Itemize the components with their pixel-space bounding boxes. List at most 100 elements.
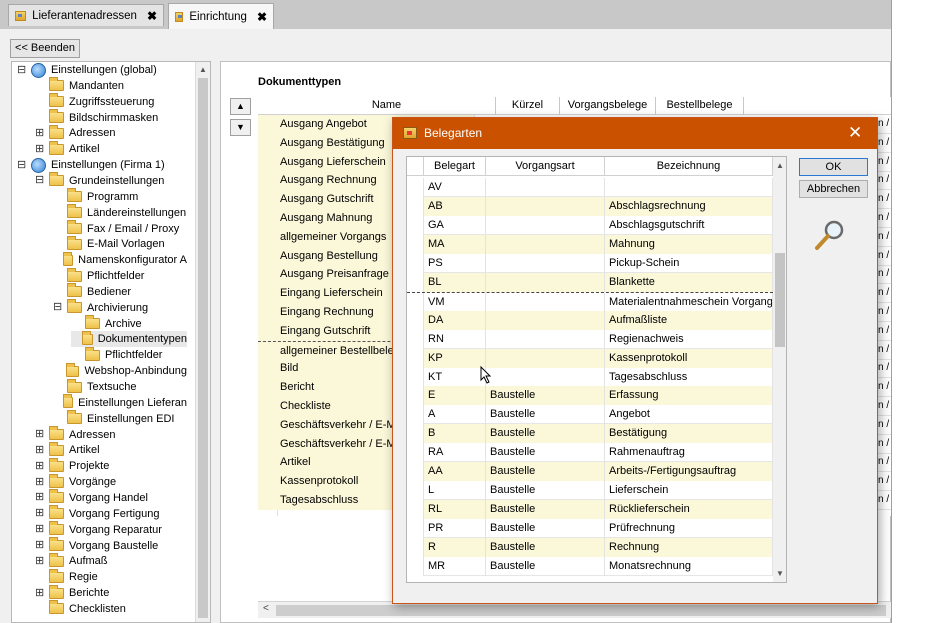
table-row[interactable]: R Baustelle Rechnung — [407, 538, 773, 558]
tree-node[interactable]: ⊞ Adressen — [35, 426, 187, 443]
bezeichnung-cell[interactable]: Rechnung — [605, 538, 773, 558]
tree-node[interactable]: E-Mail Vorlagen — [53, 235, 187, 252]
tree-node[interactable]: Dokumententypen — [71, 330, 187, 348]
tree-node[interactable]: ⊞ Vorgang Handel — [35, 489, 187, 506]
bezeichnung-cell[interactable]: Regienachweis — [605, 329, 773, 349]
bezeichnung-cell[interactable]: Abschlagsrechnung — [605, 196, 773, 216]
vorgangsart-cell[interactable]: Baustelle — [486, 443, 605, 463]
close-icon[interactable]: ✖ — [257, 10, 267, 24]
column-header-vorgangsbelege[interactable]: Vorgangsbelege — [560, 97, 656, 115]
tree-node[interactable]: Ländereinstellungen — [53, 204, 187, 221]
expand-icon[interactable]: ⊞ — [35, 143, 44, 154]
tree-node[interactable]: Textsuche — [53, 378, 187, 395]
settings-tree[interactable]: ⊟ Einstellungen (global) Mandanten Zugriffs… — [11, 61, 211, 623]
bezeichnung-cell[interactable]: Blankette — [605, 272, 773, 292]
scroll-left-icon[interactable]: < — [263, 603, 269, 614]
tree-node[interactable]: Pflichtfelder — [53, 267, 187, 284]
table-row[interactable]: RN Regienachweis — [407, 329, 773, 349]
tree-node[interactable]: ⊟ Grundeinstellungen — [35, 172, 187, 189]
tree-node[interactable]: ⊞ Vorgang Fertigung — [35, 505, 187, 522]
table-row[interactable]: E Baustelle Erfassung — [407, 386, 773, 406]
tree-scrollbar[interactable]: ▲ — [195, 62, 210, 622]
vorgangsart-cell[interactable] — [486, 272, 605, 292]
row-header[interactable] — [407, 538, 424, 558]
belegart-cell[interactable]: L — [424, 481, 486, 501]
vorgangsart-cell[interactable] — [486, 292, 605, 312]
column-header-kuerzel[interactable]: Kürzel — [496, 97, 560, 115]
bezeichnung-cell[interactable]: Bestätigung — [605, 424, 773, 444]
belegart-cell[interactable]: KP — [424, 348, 486, 368]
belegart-cell[interactable]: MA — [424, 234, 486, 254]
belegart-cell[interactable]: MR — [424, 557, 486, 576]
vorgangsart-cell[interactable]: Baustelle — [486, 500, 605, 520]
tree-node[interactable]: Einstellungen EDI — [53, 410, 187, 427]
table-row[interactable]: L Baustelle Lieferschein — [407, 481, 773, 501]
tree-node[interactable]: Regie — [35, 568, 187, 585]
tree-node[interactable]: Bediener — [53, 283, 187, 300]
bezeichnung-cell[interactable]: Rahmenauftrag — [605, 443, 773, 463]
bezeichnung-cell[interactable] — [605, 178, 773, 197]
scroll-down-icon[interactable]: ▼ — [776, 569, 784, 578]
tree-node[interactable]: ⊟ Einstellungen (Firma 1) — [17, 157, 187, 173]
belegart-cell[interactable]: PS — [424, 253, 486, 273]
vorgangsart-cell[interactable] — [486, 215, 605, 235]
column-header-belegart[interactable]: Belegart — [424, 157, 486, 176]
table-row[interactable]: GA Abschlagsgutschrift — [407, 215, 773, 235]
vorgangsart-cell[interactable]: Baustelle — [486, 557, 605, 576]
vorgangsart-cell[interactable] — [486, 329, 605, 349]
row-header[interactable] — [407, 329, 424, 349]
table-row[interactable]: RL Baustelle Rücklieferschein — [407, 500, 773, 520]
column-header-name[interactable]: Name — [278, 97, 496, 115]
collapse-icon[interactable]: ⊟ — [17, 159, 26, 170]
table-row[interactable]: A Baustelle Angebot — [407, 405, 773, 425]
row-header[interactable] — [407, 272, 424, 292]
row-header[interactable] — [407, 424, 424, 444]
expand-icon[interactable]: ⊞ — [35, 524, 44, 535]
tree-node[interactable]: ⊞ Vorgang Reparatur — [35, 521, 187, 538]
expand-icon[interactable]: ⊞ — [35, 540, 44, 551]
vorgangsart-cell[interactable] — [486, 253, 605, 273]
vorgangsart-cell[interactable] — [486, 310, 605, 330]
vorgangsart-cell[interactable]: Baustelle — [486, 538, 605, 558]
vorgangsart-cell[interactable] — [486, 348, 605, 368]
table-row[interactable]: PS Pickup-Schein — [407, 253, 773, 273]
row-header[interactable] — [407, 557, 424, 576]
beenden-button[interactable]: << Beenden — [10, 39, 80, 58]
table-row[interactable]: MA Mahnung — [407, 234, 773, 254]
tree-node[interactable]: ⊟ Archivierung — [53, 299, 187, 316]
belegart-cell[interactable]: GA — [424, 215, 486, 235]
bezeichnung-cell[interactable]: Pickup-Schein — [605, 253, 773, 273]
dialog-titlebar[interactable]: Belegarten ✕ — [393, 118, 877, 149]
column-header-vorgangsart[interactable]: Vorgangsart — [486, 157, 605, 176]
row-header[interactable] — [407, 367, 424, 387]
vorgangsart-cell[interactable]: Baustelle — [486, 462, 605, 482]
bezeichnung-cell[interactable]: Mahnung — [605, 234, 773, 254]
table-row[interactable]: KT Tagesabschluss — [407, 367, 773, 387]
belegart-cell[interactable]: DA — [424, 310, 486, 330]
tab-lieferantenadressen[interactable]: Lieferantenadressen ✖ — [8, 4, 164, 26]
belegart-cell[interactable]: RA — [424, 443, 486, 463]
row-header[interactable] — [407, 443, 424, 463]
row-header[interactable] — [407, 196, 424, 216]
row-header[interactable] — [407, 519, 424, 539]
row-header[interactable] — [407, 234, 424, 254]
row-header[interactable] — [407, 310, 424, 330]
tree-node[interactable]: Checklisten — [35, 600, 187, 617]
vorgangsart-cell[interactable] — [486, 367, 605, 387]
expand-icon[interactable]: ⊞ — [35, 587, 44, 598]
vorgangsart-cell[interactable]: Baustelle — [486, 519, 605, 539]
row-header[interactable] — [407, 348, 424, 368]
bezeichnung-cell[interactable]: Monatsrechnung — [605, 557, 773, 576]
row-header[interactable] — [407, 405, 424, 425]
table-row[interactable]: AA Baustelle Arbeits-/Fertigungsauftrag — [407, 462, 773, 482]
row-header[interactable] — [407, 500, 424, 520]
belegart-cell[interactable]: BL — [424, 272, 486, 292]
belegart-cell[interactable]: RN — [424, 329, 486, 349]
row-header[interactable] — [407, 292, 424, 312]
bezeichnung-cell[interactable]: Arbeits-/Fertigungsauftrag — [605, 462, 773, 482]
belegarten-grid[interactable]: Belegart Vorgangsart Bezeichnung AV AB Abs… — [406, 156, 787, 583]
belegart-cell[interactable]: AV — [424, 178, 486, 197]
table-row[interactable]: BL Blankette — [407, 272, 773, 292]
belegart-cell[interactable]: AB — [424, 196, 486, 216]
belegart-cell[interactable]: B — [424, 424, 486, 444]
